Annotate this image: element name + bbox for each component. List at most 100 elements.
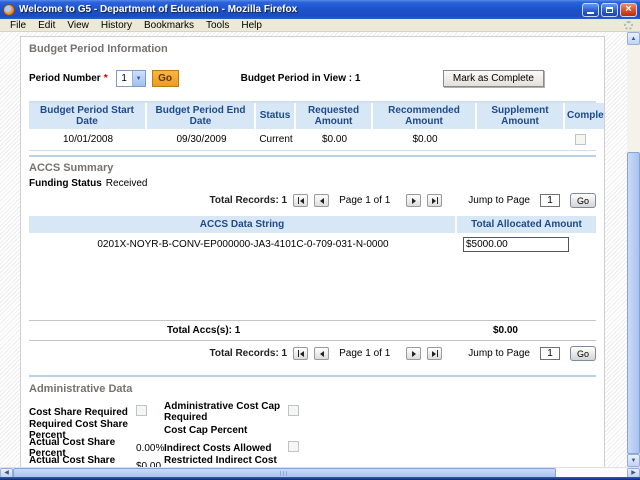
arrow-left-icon <box>320 351 324 357</box>
period-go-button[interactable]: Go <box>152 70 179 87</box>
budget-period-table: Budget Period Start Date Budget Period E… <box>29 101 596 151</box>
cell-status: Current <box>256 129 296 150</box>
first-page-button[interactable] <box>293 347 308 360</box>
window-title: Welcome to G5 - Department of Education … <box>19 4 580 15</box>
prev-page-button[interactable] <box>314 347 329 360</box>
restore-icon <box>606 7 613 13</box>
close-icon: × <box>625 4 631 15</box>
arrow-left-icon <box>300 198 304 204</box>
jump-go-button[interactable]: Go <box>570 193 596 208</box>
cost-share-required-label: Cost Share Required <box>29 407 136 418</box>
menu-help[interactable]: Help <box>235 20 268 31</box>
jump-to-page-input[interactable] <box>540 347 560 360</box>
menu-edit[interactable]: Edit <box>32 20 61 31</box>
col-header-supplement: Supplement Amount <box>477 103 565 129</box>
last-page-icon <box>437 197 438 204</box>
funding-status-value: Received <box>106 178 148 189</box>
page-viewport: Budget Period Information Period Number … <box>0 32 640 477</box>
cell-complete <box>565 129 596 150</box>
next-page-button[interactable] <box>406 194 421 207</box>
arrow-right-icon <box>432 198 436 204</box>
last-page-icon <box>437 350 438 357</box>
total-allocated-cell <box>457 233 596 255</box>
last-page-button[interactable] <box>427 347 442 360</box>
first-page-icon <box>298 350 299 357</box>
restore-button[interactable] <box>601 3 618 17</box>
spacer <box>29 255 596 320</box>
page-content: Budget Period Information Period Number … <box>20 36 605 467</box>
section-divider <box>29 375 596 377</box>
admin-row: Actual Cost Share Amount $0.00 Restricte… <box>29 455 596 467</box>
horizontal-scroll-thumb[interactable] <box>13 468 556 477</box>
next-page-button[interactable] <box>406 347 421 360</box>
required-marker: * <box>104 73 108 84</box>
col-header-recommended: Recommended Amount <box>373 103 477 129</box>
chevron-down-icon[interactable]: ▼ <box>132 71 145 86</box>
admin-cost-cap-required-value <box>288 405 368 419</box>
accs-pagination-top: Total Records: 1 Page 1 of 1 Jump to Pag… <box>29 192 596 209</box>
actual-cost-share-percent-value: 0.00% <box>136 443 164 454</box>
cell-recommended: $0.00 <box>373 129 477 150</box>
admin-cost-cap-required-label: Administrative Cost Cap Required <box>164 401 288 423</box>
scroll-up-button[interactable]: ▲ <box>627 32 640 45</box>
horizontal-scrollbar[interactable]: ◀ ▶ <box>0 467 640 477</box>
admin-row: Actual Cost Share Percent 0.00% Indirect… <box>29 437 596 455</box>
col-header-accs-data-string: ACCS Data String <box>29 216 457 233</box>
period-number-select[interactable]: 1 ▼ <box>116 70 146 87</box>
col-header-total-allocated: Total Allocated Amount <box>457 216 596 233</box>
total-records-label: Total Records: 1 <box>210 195 288 206</box>
accs-totals-row: Total Accs(s): 1 $0.00 <box>29 320 596 341</box>
menubar: File Edit View History Bookmarks Tools H… <box>0 19 640 32</box>
admin-section-title: Administrative Data <box>29 383 596 395</box>
scroll-down-button[interactable]: ▼ <box>627 454 640 467</box>
col-header-requested: Requested Amount <box>296 103 373 129</box>
accs-data-string-value: 0201X-NOYR-B-CONV-EP000000-JA3-4101C-0-7… <box>29 233 457 255</box>
page-indicator: Page 1 of 1 <box>339 348 390 359</box>
jump-go-button[interactable]: Go <box>570 346 596 361</box>
cost-share-required-value <box>136 405 164 419</box>
table-row: 10/01/2008 09/30/2009 Current $0.00 $0.0… <box>29 129 596 151</box>
prev-page-button[interactable] <box>314 194 329 207</box>
menu-file[interactable]: File <box>4 20 32 31</box>
admin-row: Required Cost Share Percent Cost Cap Per… <box>29 419 596 437</box>
cost-share-required-checkbox[interactable] <box>136 405 147 416</box>
mark-as-complete-button[interactable]: Mark as Complete <box>443 70 544 87</box>
accs-table: ACCS Data String Total Allocated Amount … <box>29 216 596 255</box>
budget-period-table-header: Budget Period Start Date Budget Period E… <box>29 103 596 129</box>
first-page-icon <box>298 197 299 204</box>
page-indicator: Page 1 of 1 <box>339 195 390 206</box>
col-header-start-date: Budget Period Start Date <box>29 103 147 129</box>
last-page-button[interactable] <box>427 194 442 207</box>
jump-to-page-label: Jump to Page <box>468 195 530 206</box>
scroll-grip-icon <box>280 471 289 476</box>
menu-bookmarks[interactable]: Bookmarks <box>138 20 200 31</box>
admin-cost-cap-required-checkbox[interactable] <box>288 405 299 416</box>
vertical-scroll-thumb[interactable] <box>627 152 640 454</box>
first-page-button[interactable] <box>293 194 308 207</box>
menu-history[interactable]: History <box>95 20 138 31</box>
cell-end-date: 09/30/2009 <box>147 129 256 150</box>
total-allocated-input[interactable] <box>463 237 569 252</box>
scroll-left-button[interactable]: ◀ <box>0 468 13 477</box>
complete-checkbox[interactable] <box>575 134 586 145</box>
restricted-indirect-cost-rate-label: Restricted Indirect Cost Rate <box>164 455 288 467</box>
menu-tools[interactable]: Tools <box>200 20 235 31</box>
menu-view[interactable]: View <box>61 20 95 31</box>
titlebar: Welcome to G5 - Department of Education … <box>0 0 640 19</box>
total-records-label: Total Records: 1 <box>210 348 288 359</box>
accs-section-title: ACCS Summary <box>29 162 596 174</box>
vertical-scrollbar[interactable]: ▲ ▼ <box>627 32 640 467</box>
table-row: 0201X-NOYR-B-CONV-EP000000-JA3-4101C-0-7… <box>29 233 596 255</box>
cell-supplement <box>477 129 565 150</box>
minimize-button[interactable] <box>582 3 599 17</box>
total-accs-label: Total Accs(s): 1 <box>167 325 240 336</box>
close-button[interactable]: × <box>620 3 637 17</box>
accs-pagination-bottom: Total Records: 1 Page 1 of 1 Jump to Pag… <box>29 345 596 362</box>
jump-to-page-input[interactable] <box>540 194 560 207</box>
indirect-costs-allowed-checkbox[interactable] <box>288 441 299 452</box>
scroll-right-button[interactable]: ▶ <box>627 468 640 477</box>
period-number-label: Period Number <box>29 73 101 84</box>
throbber-icon <box>624 21 633 30</box>
col-header-status: Status <box>256 103 296 129</box>
admin-row: Cost Share Required Administrative Cost … <box>29 401 596 419</box>
